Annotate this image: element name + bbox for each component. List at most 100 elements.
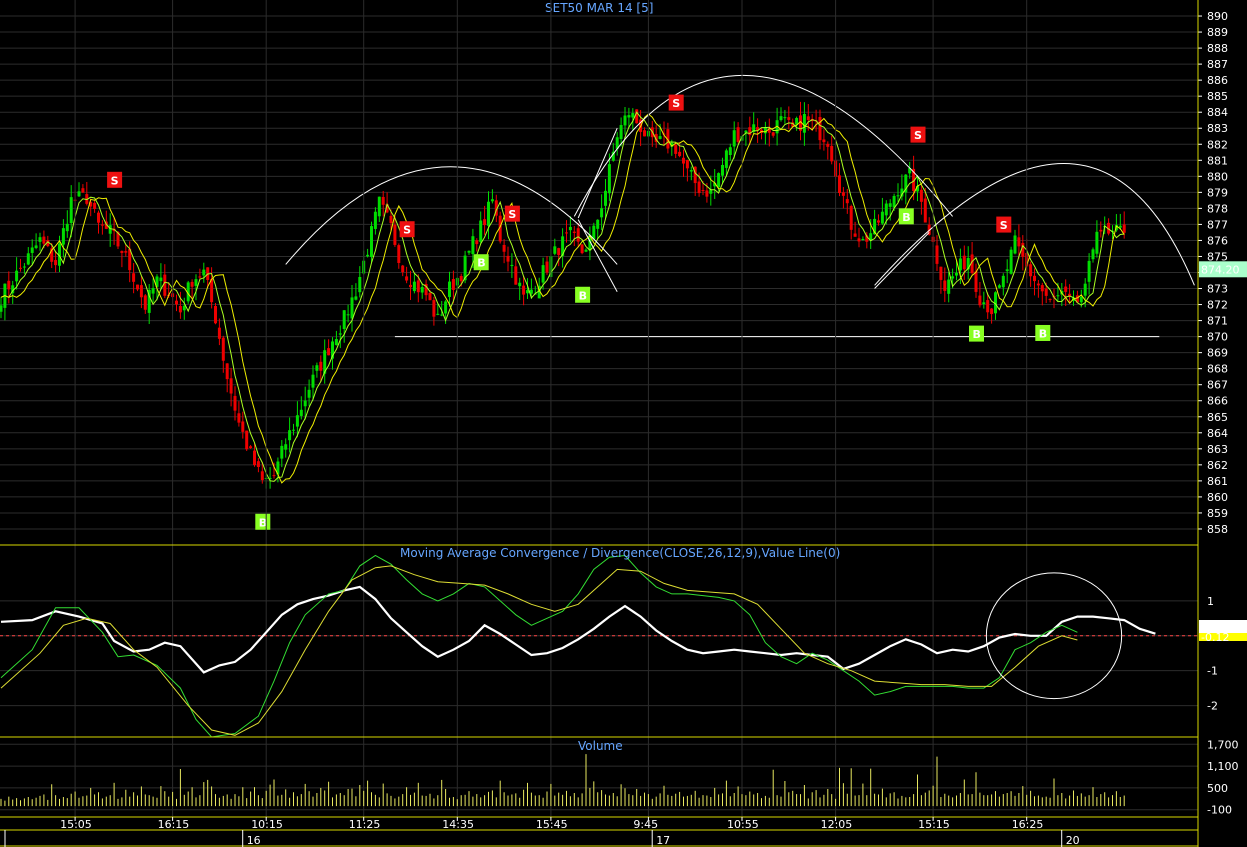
- candle-up: [689, 170, 693, 172]
- sell-signal[interactable]: S: [504, 205, 520, 222]
- time-tick-label: 16:15: [158, 818, 190, 831]
- candle-down: [210, 279, 214, 303]
- candle-down: [393, 224, 397, 245]
- candle-down: [845, 199, 849, 204]
- candle-up: [896, 195, 900, 197]
- candle-up: [802, 113, 806, 133]
- candle-up: [34, 245, 38, 249]
- candle-up: [315, 365, 319, 371]
- candle-up: [607, 164, 611, 194]
- macd-tick-label: -2: [1207, 700, 1218, 713]
- price-tick-label: 885: [1207, 90, 1228, 103]
- candle-up: [724, 150, 728, 168]
- candle-up: [510, 264, 514, 266]
- candle-up: [448, 281, 451, 297]
- candle-down: [643, 130, 646, 137]
- candle-up: [1087, 260, 1091, 282]
- time-tick-label: 15:45: [536, 818, 568, 831]
- candle-down: [818, 116, 822, 141]
- candle-down: [919, 189, 923, 202]
- candle-up: [354, 296, 358, 300]
- macd-tick-label: 1: [1207, 595, 1214, 608]
- candle-down: [545, 261, 549, 273]
- candle-up: [377, 196, 381, 217]
- buy-signal[interactable]: B: [255, 513, 271, 530]
- candle-down: [841, 192, 845, 196]
- candle-down: [565, 232, 568, 234]
- candle-up: [65, 223, 69, 232]
- signal-label: B: [477, 257, 485, 270]
- time-tick-label: 12:05: [821, 818, 853, 831]
- candle-up: [26, 253, 30, 265]
- candle-up: [518, 282, 522, 287]
- signal-label: S: [1000, 219, 1008, 232]
- candle-down: [678, 151, 682, 157]
- candle-down: [54, 260, 58, 266]
- candle-up: [958, 258, 962, 271]
- candle-down: [132, 273, 136, 282]
- buy-signal[interactable]: B: [1035, 324, 1051, 341]
- price-tick-label: 886: [1207, 74, 1228, 87]
- price-tick-label: 889: [1207, 26, 1228, 39]
- candle-down: [771, 132, 775, 136]
- price-tick-label: 861: [1207, 475, 1228, 488]
- candle-up: [38, 237, 42, 242]
- candle-down: [838, 175, 841, 193]
- candle-down: [256, 461, 260, 468]
- price-tick-label: 859: [1207, 507, 1228, 520]
- candle-up: [888, 203, 892, 207]
- sell-signal[interactable]: S: [996, 216, 1012, 233]
- candle-up: [627, 115, 631, 118]
- candle-down: [416, 280, 420, 293]
- candle-down: [1064, 286, 1068, 292]
- candle-down: [701, 190, 705, 192]
- buy-signal[interactable]: B: [898, 208, 914, 225]
- candle-down: [580, 244, 584, 254]
- candle-down: [405, 276, 409, 281]
- sell-signal[interactable]: S: [399, 221, 415, 238]
- candle-down: [506, 255, 510, 262]
- sell-signal[interactable]: S: [107, 171, 123, 188]
- sell-signal[interactable]: S: [910, 126, 926, 143]
- buy-signal[interactable]: B: [575, 286, 591, 303]
- sell-signal[interactable]: S: [668, 94, 684, 111]
- candle-up: [346, 314, 350, 316]
- candle-up: [947, 279, 951, 294]
- buy-signal[interactable]: B: [969, 325, 984, 342]
- candle-up: [444, 301, 448, 314]
- candle-down: [42, 236, 46, 244]
- candle-up: [619, 125, 623, 140]
- candle-down: [139, 285, 143, 298]
- candle-down: [214, 306, 217, 324]
- candle-up: [108, 225, 112, 234]
- last-price-label: 874.20: [1201, 263, 1240, 276]
- signal-label: S: [914, 129, 922, 142]
- signal-label: S: [403, 224, 411, 237]
- candle-down: [514, 266, 518, 285]
- candle-down: [249, 446, 253, 449]
- candle-up: [295, 415, 299, 427]
- candle-down: [178, 306, 182, 313]
- candle-down: [685, 160, 689, 169]
- candle-down: [939, 266, 943, 280]
- candle-up: [721, 164, 724, 176]
- volume-chart-title: Volume: [578, 739, 623, 753]
- signal-label: B: [1039, 327, 1047, 340]
- candle-up: [892, 195, 896, 208]
- candle-up: [779, 116, 783, 121]
- candle-down: [190, 281, 194, 287]
- candle-down: [272, 475, 276, 477]
- candle-up: [471, 236, 475, 255]
- candle-down: [705, 190, 709, 197]
- candle-down: [576, 228, 580, 242]
- candle-down: [217, 327, 221, 339]
- candlestick-chart[interactable]: 858 859 860 861 862 863 864 865 866 867 868 869 870 8…: [0, 0, 1247, 847]
- price-tick-label: 879: [1207, 186, 1228, 199]
- candle-down: [225, 363, 229, 380]
- candle-up: [370, 226, 373, 257]
- candle-down: [451, 278, 455, 290]
- candle-down: [459, 275, 463, 282]
- candle-up: [596, 219, 600, 229]
- buy-signal[interactable]: B: [473, 254, 489, 271]
- day-tick-label: 20: [1066, 834, 1080, 847]
